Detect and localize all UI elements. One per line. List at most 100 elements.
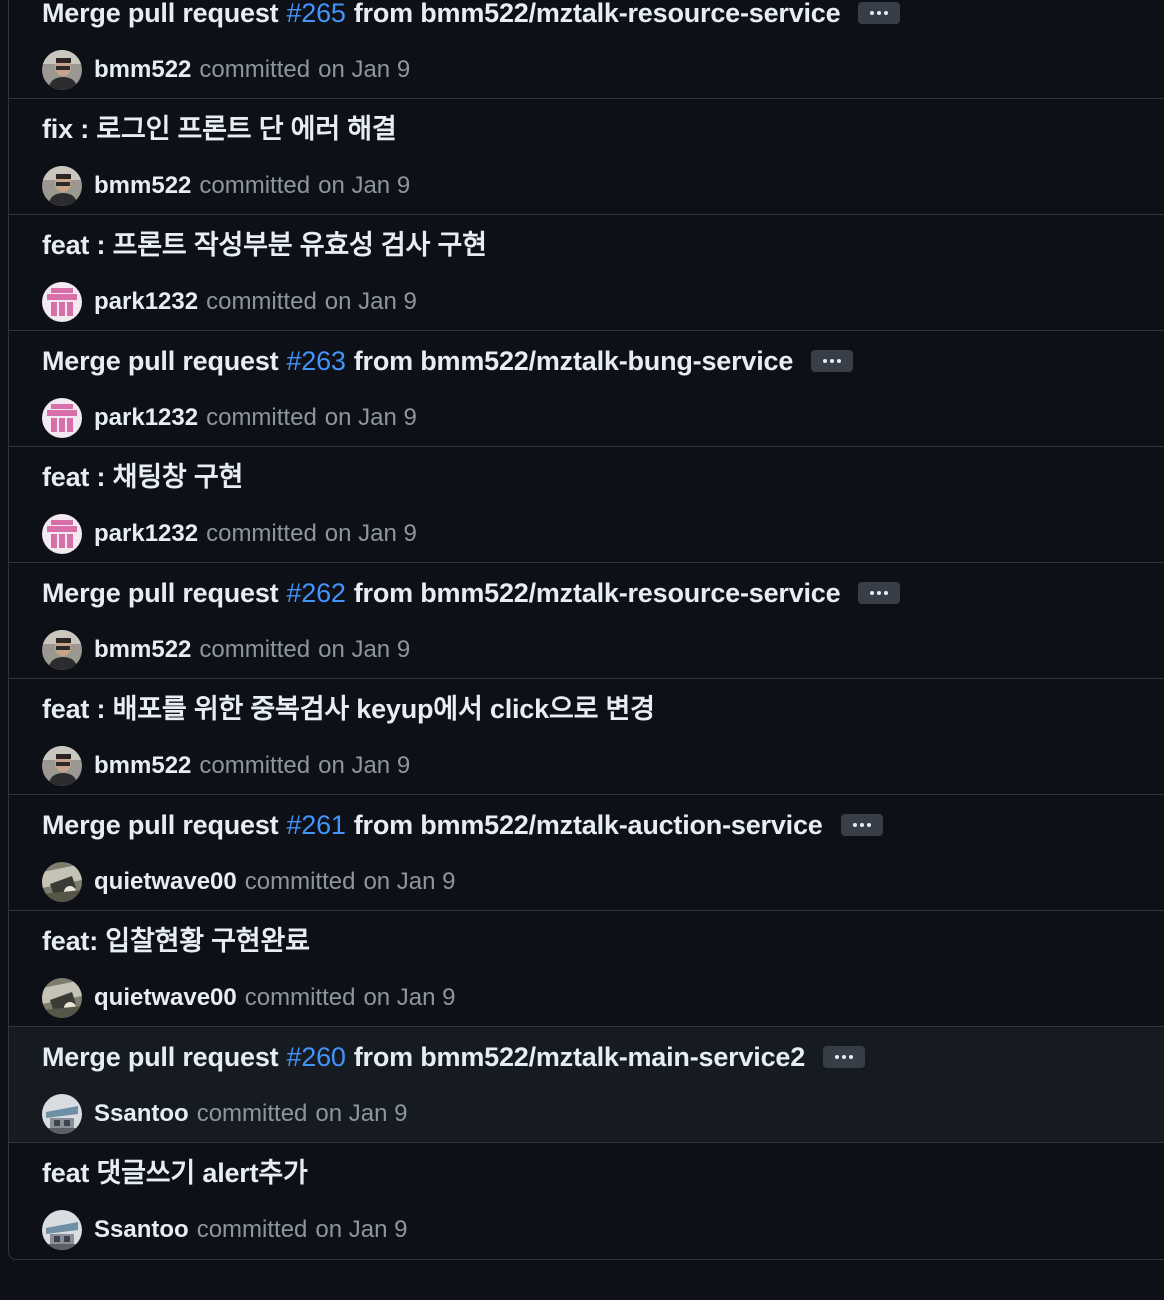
commit-meta: Ssantoo committed on Jan 9 [42, 1094, 407, 1134]
park1232-avatar-icon[interactable] [42, 398, 82, 438]
commit-message-link[interactable]: feat: 입찰현황 구현완료 [42, 923, 310, 959]
commit-author-link[interactable]: bmm522 [94, 636, 191, 664]
commit-row: Merge pull request #263 from bmm522/mztalk… [9, 331, 1164, 447]
expand-commit-message-button[interactable] [858, 582, 901, 604]
ellipsis-dot-icon [884, 591, 889, 595]
commit-row: fix : 로그인 프론트 단 에러 해결 bmm522 committed on J… [9, 99, 1164, 215]
committed-label: committed [206, 520, 317, 547]
commit-title: feat : 배포를 위한 중복검사 keyup에서 click으로 변경 [42, 691, 655, 727]
ellipsis-dot-icon [837, 359, 842, 363]
commit-author-link[interactable]: park1232 [94, 404, 198, 432]
commit-message-link[interactable]: from bmm522/mztalk-resource-service [354, 575, 841, 611]
commit-title: feat 댓글쓰기 alert추가 [42, 1155, 308, 1191]
bmm522-avatar-icon[interactable] [42, 746, 82, 786]
committed-label: committed [196, 1216, 308, 1243]
park1232-avatar-icon[interactable] [42, 282, 82, 322]
commit-title: Merge pull request #263 from bmm522/mztalk… [42, 343, 854, 379]
commit-date: on Jan 9 [363, 868, 456, 895]
committed-label: committed [199, 56, 311, 83]
ellipsis-dot-icon [849, 1055, 854, 1059]
commit-date: on Jan 9 [318, 636, 411, 663]
commit-message-link[interactable]: from bmm522/mztalk-bung-service [354, 343, 794, 379]
commit-row: feat 댓글쓰기 alert추가 Ssantoo committed on Jan … [9, 1143, 1164, 1259]
bmm522-avatar-icon[interactable] [42, 166, 82, 206]
committed-label: committed [206, 288, 317, 315]
ellipsis-dot-icon [859, 823, 864, 827]
commit-row: feat : 채팅창 구현 park1232 committed on Jan 9 [9, 447, 1164, 563]
commit-meta: bmm522 committed on Jan 9 [42, 746, 410, 786]
commit-list: Merge pull request #265 from bmm522/mztalk… [8, 0, 1164, 1260]
pull-request-link[interactable]: #261 [286, 807, 345, 843]
ssantoo-avatar-icon[interactable] [42, 1210, 82, 1250]
commit-row: Merge pull request #262 from bmm522/mztalk… [9, 563, 1164, 679]
commit-title: feat: 입찰현황 구현완료 [42, 923, 310, 959]
ellipsis-dot-icon [842, 1055, 847, 1059]
commit-author-link[interactable]: bmm522 [94, 752, 191, 780]
commit-title: fix : 로그인 프론트 단 에러 해결 [42, 111, 397, 147]
commit-date: on Jan 9 [324, 288, 417, 315]
commit-meta: Ssantoo committed on Jan 9 [42, 1210, 407, 1250]
commit-meta: bmm522 committed on Jan 9 [42, 50, 410, 90]
commit-date: on Jan 9 [363, 984, 456, 1011]
commit-message-link[interactable]: feat 댓글쓰기 alert추가 [42, 1155, 308, 1191]
commit-title: feat : 프론트 작성부분 유효성 검사 구현 [42, 227, 487, 263]
expand-commit-message-button[interactable] [811, 350, 854, 372]
commit-row: feat: 입찰현황 구현완료 quietwave00 committed on Ja… [9, 911, 1164, 1027]
commit-meta: quietwave00 committed on Jan 9 [42, 978, 456, 1018]
ellipsis-dot-icon [870, 591, 875, 595]
commit-message-link[interactable]: Merge pull request [42, 807, 279, 843]
pull-request-link[interactable]: #262 [286, 575, 345, 611]
commit-author-link[interactable]: bmm522 [94, 56, 191, 84]
ellipsis-dot-icon [870, 11, 875, 15]
bmm522-avatar-icon[interactable] [42, 630, 82, 670]
expand-commit-message-button[interactable] [858, 2, 901, 24]
commit-date: on Jan 9 [318, 172, 411, 199]
quietwave00-avatar-icon[interactable] [42, 978, 82, 1018]
commit-message-link[interactable]: feat : 채팅창 구현 [42, 459, 243, 495]
commit-meta: bmm522 committed on Jan 9 [42, 166, 410, 206]
commit-author-link[interactable]: bmm522 [94, 172, 191, 200]
commit-row: feat : 프론트 작성부분 유효성 검사 구현 park1232 committ… [9, 215, 1164, 331]
commit-message-link[interactable]: from bmm522/mztalk-main-service2 [354, 1039, 805, 1075]
pull-request-link[interactable]: #263 [286, 343, 345, 379]
ellipsis-dot-icon [823, 359, 828, 363]
ellipsis-dot-icon [877, 11, 882, 15]
park1232-avatar-icon[interactable] [42, 514, 82, 554]
commit-author-link[interactable]: park1232 [94, 288, 198, 316]
ellipsis-dot-icon [852, 823, 857, 827]
commit-message-link[interactable]: from bmm522/mztalk-auction-service [354, 807, 823, 843]
ellipsis-dot-icon [835, 1055, 840, 1059]
commit-message-link[interactable]: fix : 로그인 프론트 단 에러 해결 [42, 111, 397, 147]
bmm522-avatar-icon[interactable] [42, 50, 82, 90]
commit-message-link[interactable]: Merge pull request [42, 0, 279, 31]
pull-request-link[interactable]: #265 [286, 0, 345, 31]
commit-title: Merge pull request #260 from bmm522/mztalk… [42, 1039, 866, 1075]
commit-message-link[interactable]: from bmm522/mztalk-resource-service [354, 0, 841, 31]
committed-label: committed [199, 172, 311, 199]
commit-meta: park1232 committed on Jan 9 [42, 398, 417, 438]
pull-request-link[interactable]: #260 [286, 1039, 345, 1075]
commit-meta: quietwave00 committed on Jan 9 [42, 862, 456, 902]
commit-author-link[interactable]: quietwave00 [94, 868, 237, 896]
commit-date: on Jan 9 [324, 404, 417, 431]
commit-author-link[interactable]: Ssantoo [94, 1100, 189, 1128]
ellipsis-dot-icon [830, 359, 835, 363]
expand-commit-message-button[interactable] [840, 814, 883, 836]
commit-message-link[interactable]: feat : 배포를 위한 중복검사 keyup에서 click으로 변경 [42, 691, 655, 727]
commit-meta: bmm522 committed on Jan 9 [42, 630, 410, 670]
expand-commit-message-button[interactable] [823, 1046, 866, 1068]
commit-author-link[interactable]: Ssantoo [94, 1216, 189, 1244]
commit-meta: park1232 committed on Jan 9 [42, 282, 417, 322]
ssantoo-avatar-icon[interactable] [42, 1094, 82, 1134]
quietwave00-avatar-icon[interactable] [42, 862, 82, 902]
commit-message-link[interactable]: Merge pull request [42, 343, 279, 379]
commit-message-link[interactable]: Merge pull request [42, 1039, 279, 1075]
commit-message-link[interactable]: feat : 프론트 작성부분 유효성 검사 구현 [42, 227, 487, 263]
commit-date: on Jan 9 [318, 56, 411, 83]
commit-message-link[interactable]: Merge pull request [42, 575, 279, 611]
commit-title: Merge pull request #262 from bmm522/mztalk… [42, 575, 901, 611]
ellipsis-dot-icon [877, 591, 882, 595]
commit-author-link[interactable]: park1232 [94, 520, 198, 548]
commit-author-link[interactable]: quietwave00 [94, 984, 237, 1012]
committed-label: committed [244, 984, 356, 1011]
